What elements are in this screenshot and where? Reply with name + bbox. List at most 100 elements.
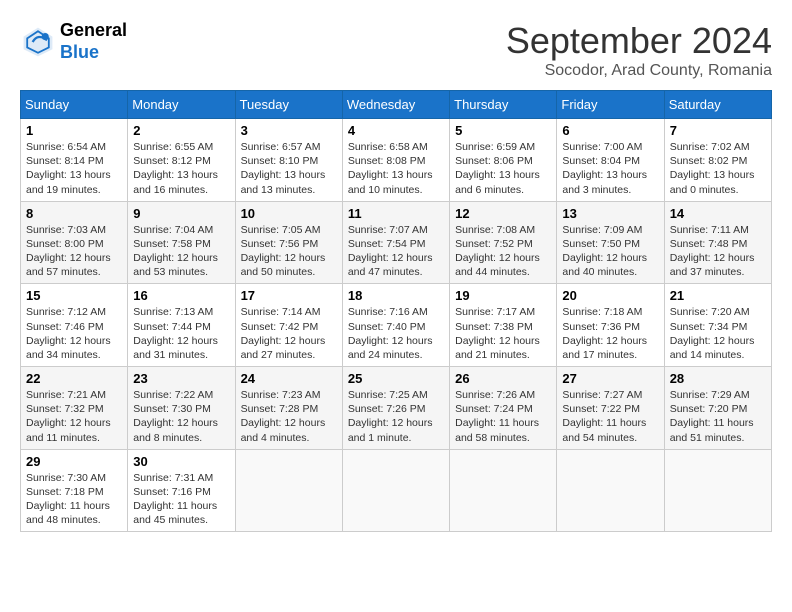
- day-number: 9: [133, 206, 229, 221]
- day-info: Sunrise: 6:57 AM Sunset: 8:10 PM Dayligh…: [241, 140, 337, 197]
- col-wednesday: Wednesday: [342, 91, 449, 119]
- logo-text: General Blue: [60, 20, 127, 63]
- day-info: Sunrise: 7:31 AM Sunset: 7:16 PM Dayligh…: [133, 471, 229, 528]
- day-info: Sunrise: 7:18 AM Sunset: 7:36 PM Dayligh…: [562, 305, 658, 362]
- calendar-cell: 3 Sunrise: 6:57 AM Sunset: 8:10 PM Daylig…: [235, 119, 342, 202]
- calendar-cell: 20Sunrise: 7:18 AM Sunset: 7:36 PM Dayli…: [557, 284, 664, 367]
- calendar-cell: 16 Sunrise: 7:13 AM Sunset: 7:44 PM Dayli…: [128, 284, 235, 367]
- day-info: Sunrise: 6:59 AM Sunset: 8:06 PM Dayligh…: [455, 140, 551, 197]
- day-info: Sunrise: 7:14 AM Sunset: 7:42 PM Dayligh…: [241, 305, 337, 362]
- calendar-header-row: Sunday Monday Tuesday Wednesday Thursday…: [21, 91, 772, 119]
- day-number: 3: [241, 123, 337, 138]
- day-info: Sunrise: 6:55 AM Sunset: 8:12 PM Dayligh…: [133, 140, 229, 197]
- calendar-table: Sunday Monday Tuesday Wednesday Thursday…: [20, 90, 772, 532]
- day-number: 26: [455, 371, 551, 386]
- day-info: Sunrise: 7:20 AM Sunset: 7:34 PM Dayligh…: [670, 305, 766, 362]
- col-monday: Monday: [128, 91, 235, 119]
- day-info: Sunrise: 6:54 AM Sunset: 8:14 PM Dayligh…: [26, 140, 122, 197]
- day-number: 30: [133, 454, 229, 469]
- day-number: 15: [26, 288, 122, 303]
- calendar-cell: 21 Sunrise: 7:20 AM Sunset: 7:34 PM Dayli…: [664, 284, 771, 367]
- day-number: 2: [133, 123, 229, 138]
- calendar-cell: 11Sunrise: 7:07 AM Sunset: 7:54 PM Dayli…: [342, 201, 449, 284]
- calendar-row-4: 22 Sunrise: 7:21 AM Sunset: 7:32 PM Dayli…: [21, 367, 772, 450]
- day-number: 24: [241, 371, 337, 386]
- day-info: Sunrise: 7:12 AM Sunset: 7:46 PM Dayligh…: [26, 305, 122, 362]
- day-info: Sunrise: 7:09 AM Sunset: 7:50 PM Dayligh…: [562, 223, 658, 280]
- day-number: 4: [348, 123, 444, 138]
- page-header: General Blue September 2024 Socodor, Ara…: [20, 20, 772, 80]
- calendar-cell: 27 Sunrise: 7:27 AM Sunset: 7:22 PM Dayli…: [557, 367, 664, 450]
- location: Socodor, Arad County, Romania: [506, 62, 772, 80]
- day-info: Sunrise: 7:00 AM Sunset: 8:04 PM Dayligh…: [562, 140, 658, 197]
- day-info: Sunrise: 7:11 AM Sunset: 7:48 PM Dayligh…: [670, 223, 766, 280]
- calendar-cell: 13 Sunrise: 7:09 AM Sunset: 7:50 PM Dayli…: [557, 201, 664, 284]
- calendar-row-1: 1 Sunrise: 6:54 AM Sunset: 8:14 PM Daylig…: [21, 119, 772, 202]
- calendar-cell: 6 Sunrise: 7:00 AM Sunset: 8:04 PM Daylig…: [557, 119, 664, 202]
- calendar-cell: 4 Sunrise: 6:58 AM Sunset: 8:08 PM Daylig…: [342, 119, 449, 202]
- day-info: Sunrise: 7:27 AM Sunset: 7:22 PM Dayligh…: [562, 388, 658, 445]
- day-number: 18: [348, 288, 444, 303]
- calendar-cell: 19 Sunrise: 7:17 AM Sunset: 7:38 PM Dayli…: [450, 284, 557, 367]
- day-number: 16: [133, 288, 229, 303]
- day-number: 22: [26, 371, 122, 386]
- day-info: Sunrise: 7:22 AM Sunset: 7:30 PM Dayligh…: [133, 388, 229, 445]
- day-info: Sunrise: 7:26 AM Sunset: 7:24 PM Dayligh…: [455, 388, 551, 445]
- day-info: Sunrise: 7:23 AM Sunset: 7:28 PM Dayligh…: [241, 388, 337, 445]
- day-number: 12: [455, 206, 551, 221]
- calendar-cell: 14 Sunrise: 7:11 AM Sunset: 7:48 PM Dayli…: [664, 201, 771, 284]
- day-number: 8: [26, 206, 122, 221]
- day-number: 1: [26, 123, 122, 138]
- col-tuesday: Tuesday: [235, 91, 342, 119]
- calendar-cell: 25Sunrise: 7:25 AM Sunset: 7:26 PM Dayli…: [342, 367, 449, 450]
- day-number: 5: [455, 123, 551, 138]
- day-number: 6: [562, 123, 658, 138]
- month-title: September 2024: [506, 20, 772, 62]
- day-number: 29: [26, 454, 122, 469]
- calendar-cell: 26 Sunrise: 7:26 AM Sunset: 7:24 PM Dayli…: [450, 367, 557, 450]
- day-number: 13: [562, 206, 658, 221]
- day-number: 28: [670, 371, 766, 386]
- calendar-cell: 22 Sunrise: 7:21 AM Sunset: 7:32 PM Dayli…: [21, 367, 128, 450]
- day-info: Sunrise: 6:58 AM Sunset: 8:08 PM Dayligh…: [348, 140, 444, 197]
- day-number: 25: [348, 371, 444, 386]
- calendar-cell: [235, 449, 342, 532]
- calendar-cell: [557, 449, 664, 532]
- day-info: Sunrise: 7:29 AM Sunset: 7:20 PM Dayligh…: [670, 388, 766, 445]
- day-info: Sunrise: 7:08 AM Sunset: 7:52 PM Dayligh…: [455, 223, 551, 280]
- day-number: 19: [455, 288, 551, 303]
- calendar-row-3: 15 Sunrise: 7:12 AM Sunset: 7:46 PM Dayli…: [21, 284, 772, 367]
- calendar-cell: [664, 449, 771, 532]
- calendar-cell: 15 Sunrise: 7:12 AM Sunset: 7:46 PM Dayli…: [21, 284, 128, 367]
- day-number: 7: [670, 123, 766, 138]
- calendar-cell: 7Sunrise: 7:02 AM Sunset: 8:02 PM Daylig…: [664, 119, 771, 202]
- calendar-cell: 5 Sunrise: 6:59 AM Sunset: 8:06 PM Daylig…: [450, 119, 557, 202]
- day-number: 27: [562, 371, 658, 386]
- title-block: September 2024 Socodor, Arad County, Rom…: [506, 20, 772, 80]
- day-info: Sunrise: 7:13 AM Sunset: 7:44 PM Dayligh…: [133, 305, 229, 362]
- calendar-cell: 18Sunrise: 7:16 AM Sunset: 7:40 PM Dayli…: [342, 284, 449, 367]
- day-number: 11: [348, 206, 444, 221]
- calendar-cell: 10 Sunrise: 7:05 AM Sunset: 7:56 PM Dayli…: [235, 201, 342, 284]
- calendar-row-5: 29 Sunrise: 7:30 AM Sunset: 7:18 PM Dayli…: [21, 449, 772, 532]
- day-info: Sunrise: 7:05 AM Sunset: 7:56 PM Dayligh…: [241, 223, 337, 280]
- day-number: 10: [241, 206, 337, 221]
- day-number: 21: [670, 288, 766, 303]
- calendar-cell: 23Sunrise: 7:22 AM Sunset: 7:30 PM Dayli…: [128, 367, 235, 450]
- day-info: Sunrise: 7:30 AM Sunset: 7:18 PM Dayligh…: [26, 471, 122, 528]
- calendar-cell: 30 Sunrise: 7:31 AM Sunset: 7:16 PM Dayli…: [128, 449, 235, 532]
- col-thursday: Thursday: [450, 91, 557, 119]
- calendar-cell: 1 Sunrise: 6:54 AM Sunset: 8:14 PM Daylig…: [21, 119, 128, 202]
- calendar-cell: [342, 449, 449, 532]
- day-number: 17: [241, 288, 337, 303]
- calendar-cell: 9Sunrise: 7:04 AM Sunset: 7:58 PM Daylig…: [128, 201, 235, 284]
- col-saturday: Saturday: [664, 91, 771, 119]
- day-number: 14: [670, 206, 766, 221]
- calendar-cell: 24 Sunrise: 7:23 AM Sunset: 7:28 PM Dayli…: [235, 367, 342, 450]
- calendar-cell: 2 Sunrise: 6:55 AM Sunset: 8:12 PM Daylig…: [128, 119, 235, 202]
- calendar-cell: 17 Sunrise: 7:14 AM Sunset: 7:42 PM Dayli…: [235, 284, 342, 367]
- calendar-cell: [450, 449, 557, 532]
- day-info: Sunrise: 7:21 AM Sunset: 7:32 PM Dayligh…: [26, 388, 122, 445]
- day-info: Sunrise: 7:17 AM Sunset: 7:38 PM Dayligh…: [455, 305, 551, 362]
- calendar-cell: 29 Sunrise: 7:30 AM Sunset: 7:18 PM Dayli…: [21, 449, 128, 532]
